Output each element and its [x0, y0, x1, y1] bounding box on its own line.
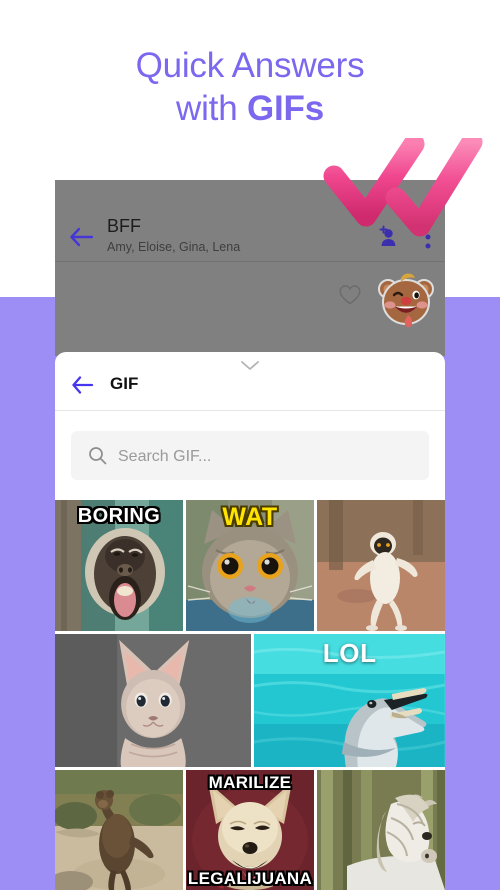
back-arrow-icon[interactable]: [69, 226, 95, 248]
promo-headline-line1: Quick Answers: [135, 46, 365, 85]
gif-results-grid: BORING WAT LOL MARILIZE LEGALIJUANA: [55, 500, 445, 890]
bear-winking-tongue-sticker[interactable]: [375, 269, 437, 331]
promo-headline-line2-bold: GIFs: [246, 88, 324, 128]
chat-subtitle: Amy, Eloise, Gina, Lena: [107, 240, 241, 254]
gif-tile-dancing-lemur[interactable]: [317, 500, 445, 631]
promo-headline-line2: with GIFs: [0, 89, 500, 130]
gif-search-input[interactable]: [116, 431, 420, 482]
gif-tile-dancing-bear[interactable]: [55, 770, 183, 890]
gif-tile-lol-dolphin[interactable]: LOL: [254, 634, 445, 767]
gif-tile-sphynx-cat[interactable]: [55, 634, 252, 767]
chevron-down-icon[interactable]: [240, 360, 260, 371]
chat-header: BFF Amy, Eloise, Gina, Lena: [55, 180, 445, 261]
back-arrow-icon[interactable]: [71, 375, 95, 395]
gif-tile-white-pony[interactable]: [317, 770, 445, 890]
overflow-menu-icon[interactable]: [425, 224, 431, 250]
add-person-icon[interactable]: [375, 224, 401, 250]
chat-title: BFF: [107, 216, 141, 236]
gif-picker-sheet: GIF Search GIF... BORING WAT LOL MARILIZ…: [55, 352, 445, 890]
heart-outline-icon[interactable]: [338, 284, 362, 306]
gif-tile-wat-cat[interactable]: WAT: [186, 500, 314, 631]
chat-message-row: [55, 262, 445, 356]
gif-tile-boring-monkey[interactable]: BORING: [55, 500, 183, 631]
gif-tile-marilize-chihuahua[interactable]: MARILIZE LEGALIJUANA: [186, 770, 314, 890]
gif-header-divider: [55, 410, 445, 411]
gif-grid-row: BORING WAT: [55, 500, 445, 631]
search-icon: [88, 446, 107, 465]
gif-grid-row: LOL: [55, 634, 445, 767]
promo-headline: Quick Answers with GIFs: [0, 46, 500, 129]
gif-grid-row: MARILIZE LEGALIJUANA: [55, 770, 445, 890]
gif-search-field[interactable]: [71, 431, 429, 482]
promo-headline-line2-prefix: with: [176, 88, 247, 128]
chat-screen: BFF Amy, Eloise, Gina, Lena: [55, 180, 445, 356]
gif-picker-title: GIF: [110, 374, 139, 393]
